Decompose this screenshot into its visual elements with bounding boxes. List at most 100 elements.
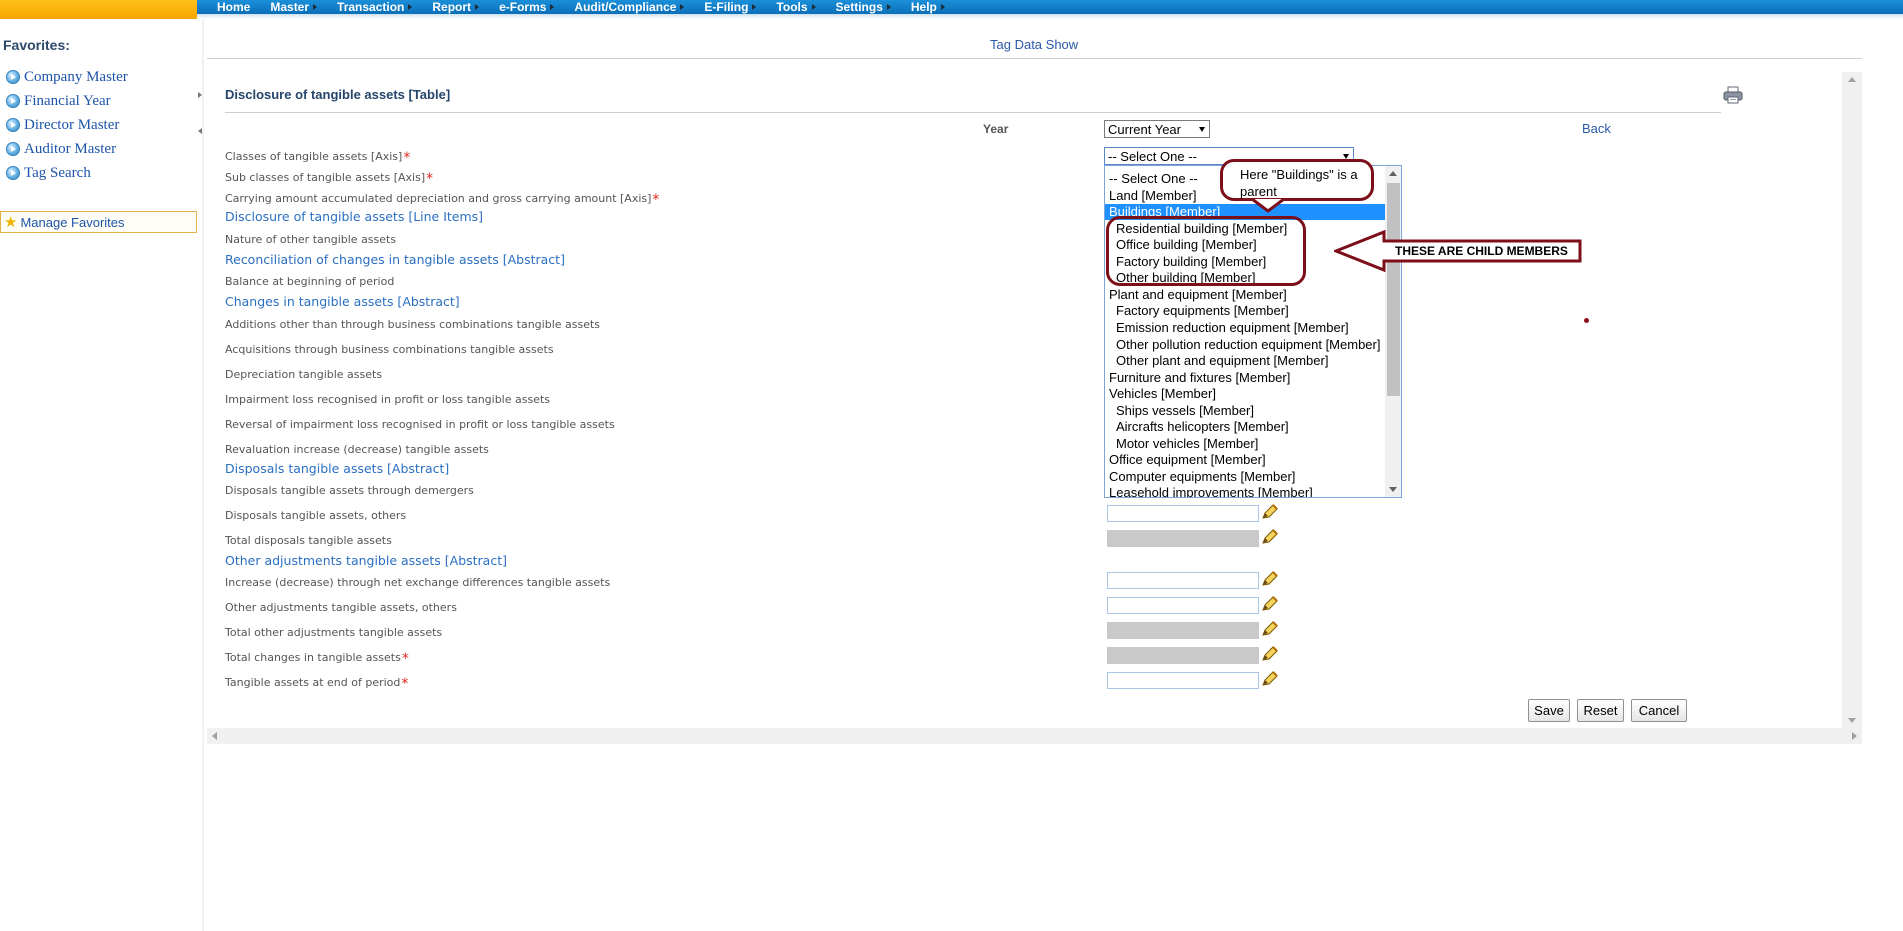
edit-pencil-icon[interactable] [1262,671,1278,686]
favorite-link-tag-search[interactable]: Tag Search [6,164,91,182]
nav-item-e-filing[interactable]: E-Filing [704,0,757,14]
nav-item-audit-compliance[interactable]: Audit/Compliance [574,0,685,14]
row-label-text: Depreciation tangible assets [225,368,383,381]
caret-right-icon [886,4,891,10]
row-label-text: Sub classes of tangible assets [Axis] [225,171,426,184]
edit-pencil-icon[interactable] [1262,529,1278,544]
dropdown-option[interactable]: Aircrafts helicopters [Member] [1105,419,1385,435]
year-select[interactable]: Current Year [1104,120,1210,138]
scroll-left-icon[interactable] [212,732,217,740]
dropdown-option[interactable]: Emission reduction equipment [Member] [1105,320,1385,336]
nav-item-settings[interactable]: Settings [836,0,891,14]
scroll-down-icon[interactable] [1389,487,1397,492]
value-input[interactable] [1107,672,1259,689]
row-label-text: Additions other than through business co… [225,318,601,331]
nav-item-home[interactable]: Home [217,0,250,14]
value-input[interactable] [1107,572,1259,589]
row-label-text: Other adjustments tangible assets [Abstr… [225,553,507,568]
arrow-circle-icon [6,166,20,180]
dropdown-scroll-thumb[interactable] [1387,183,1400,396]
row-label-text: Other adjustments tangible assets, other… [225,601,457,614]
dropdown-option[interactable]: Plant and equipment [Member] [1105,287,1385,303]
nav-item-report[interactable]: Report [432,0,480,14]
collapse-right-icon[interactable] [198,92,202,98]
favorite-link-label: Company Master [24,68,128,85]
field-label: Increase (decrease) through net exchange… [225,576,610,589]
value-input[interactable] [1107,597,1259,614]
save-button[interactable]: Save [1528,699,1570,722]
manage-favorites-label: Manage Favorites [20,214,125,230]
edit-pencil-icon[interactable] [1262,621,1278,636]
horizontal-scrollbar[interactable] [207,728,1862,744]
group-heading: Changes in tangible assets [Abstract] [225,294,460,309]
edit-pencil-icon[interactable] [1262,646,1278,661]
row-label-text: Disclosure of tangible assets [Line Item… [225,209,484,224]
readonly-value-field [1107,622,1259,639]
nav-item-e-forms[interactable]: e-Forms [499,0,555,14]
edit-pencil-icon[interactable] [1262,504,1278,519]
scroll-up-icon[interactable] [1848,77,1856,82]
field-label: Acquisitions through business combinatio… [225,343,554,356]
printer-icon[interactable] [1723,86,1743,104]
dropdown-option[interactable]: Factory equipments [Member] [1105,303,1385,319]
favorite-link-label: Tag Search [24,164,91,181]
row-label-text: Tangible assets at end of period [225,676,401,689]
favorite-link-auditor-master[interactable]: Auditor Master [6,140,116,158]
scroll-down-icon[interactable] [1848,718,1856,723]
dropdown-scrollbar[interactable] [1385,166,1401,497]
scroll-right-icon[interactable] [1852,732,1857,740]
scroll-up-icon[interactable] [1389,171,1397,176]
field-label: Reversal of impairment loss recognised i… [225,418,615,431]
required-asterisk: * [652,192,660,208]
group-heading: Reconciliation of changes in tangible as… [225,252,565,267]
back-link[interactable]: Back [1582,121,1611,136]
axis-select-value: -- Select One -- [1108,148,1197,164]
nav-item-label: E-Filing [704,0,749,14]
favorite-link-financial-year[interactable]: Financial Year [6,92,111,110]
nav-item-transaction[interactable]: Transaction [337,0,413,14]
readonly-value-field [1107,530,1259,547]
dropdown-option[interactable]: Office equipment [Member] [1105,452,1385,468]
row-label-text: Increase (decrease) through net exchange… [225,576,611,589]
field-label: Balance at beginning of period [225,275,394,288]
dropdown-option[interactable]: Leasehold improvements [Member] [1105,485,1385,497]
logo-banner [0,0,197,19]
dropdown-option[interactable]: Other pollution reduction equipment [Mem… [1105,337,1385,353]
caret-right-icon [408,4,413,10]
dropdown-option[interactable]: Motor vehicles [Member] [1105,436,1385,452]
reset-button[interactable]: Reset [1577,699,1624,722]
caret-right-icon [680,4,685,10]
nav-item-master[interactable]: Master [270,0,318,14]
group-heading: Disclosure of tangible assets [Line Item… [225,209,483,224]
required-asterisk: * [401,651,409,667]
nav-item-help[interactable]: Help [911,0,945,14]
field-label: Total disposals tangible assets [225,534,392,547]
value-input[interactable] [1107,505,1259,522]
dropdown-option[interactable]: Ships vessels [Member] [1105,403,1385,419]
nav-item-tools[interactable]: Tools [776,0,816,14]
favorite-link-company-master[interactable]: Company Master [6,68,128,86]
field-label: Classes of tangible assets [Axis]* [225,150,410,166]
arrow-circle-icon [6,70,20,84]
row-label-text: Reconciliation of changes in tangible as… [225,252,565,267]
field-label: Impairment loss recognised in profit or … [225,393,550,406]
dropdown-option[interactable]: Other plant and equipment [Member] [1105,353,1385,369]
field-label: Tangible assets at end of period* [225,676,408,692]
edit-pencil-icon[interactable] [1262,571,1278,586]
title-divider [207,58,1862,59]
dropdown-option[interactable]: Vehicles [Member] [1105,386,1385,402]
dropdown-option[interactable]: Furniture and fixtures [Member] [1105,370,1385,386]
edit-pencil-icon[interactable] [1262,596,1278,611]
member-dropdown-list[interactable]: -- Select One -- Land [Member] Buildings [… [1104,165,1402,498]
dropdown-option[interactable]: Computer equipments [Member] [1105,469,1385,485]
caret-right-icon [752,4,757,10]
cancel-button[interactable]: Cancel [1631,699,1687,722]
nav-item-label: Audit/Compliance [574,0,677,14]
manage-favorites-button[interactable]: ★ Manage Favorites [0,211,197,233]
vertical-scrollbar[interactable] [1842,72,1862,728]
field-label: Additions other than through business co… [225,318,600,331]
nav-item-label: Home [217,0,251,14]
favorite-link-director-master[interactable]: Director Master [6,116,119,134]
collapse-left-icon[interactable] [198,128,202,134]
favorite-link-label: Financial Year [24,92,111,109]
